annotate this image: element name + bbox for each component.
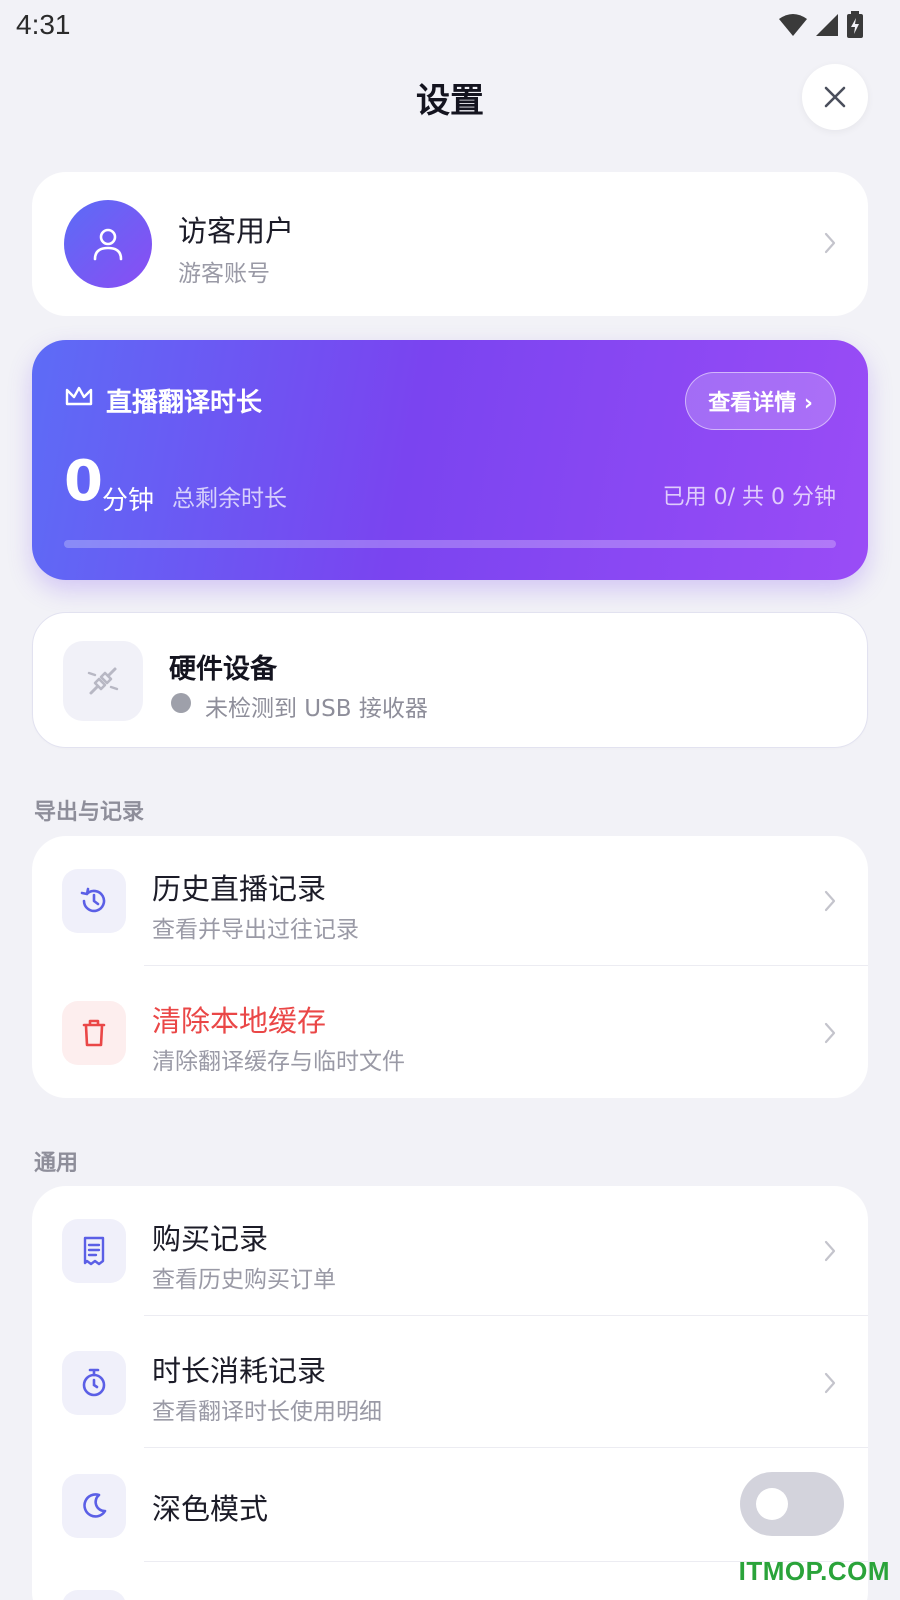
receipt-icon: [83, 1236, 105, 1266]
list-item-purchases[interactable]: 购买记录 查看历史购买订单: [32, 1186, 868, 1316]
divider: [144, 1314, 868, 1316]
page-title: 设置: [416, 80, 484, 121]
list-item-icon-box: [62, 1590, 126, 1600]
export-list: 历史直播记录 查看并导出过往记录 清除本地缓存 清除翻译缓存与临时文件: [32, 836, 868, 1098]
list-item-title: 时长消耗记录: [152, 1354, 327, 1388]
list-item-subtitle: 查看历史购买订单: [152, 1267, 336, 1293]
chevron-right-icon: [822, 1370, 838, 1396]
close-icon: [824, 86, 846, 108]
moon-icon-box: [62, 1474, 126, 1538]
user-icon: [93, 228, 123, 261]
chevron-right-icon: [822, 1238, 838, 1264]
list-item-subtitle: 查看并导出过往记录: [152, 917, 359, 943]
list-item-clear-cache[interactable]: 清除本地缓存 清除翻译缓存与临时文件: [32, 968, 868, 1098]
status-bar: 4:31: [0, 0, 900, 50]
list-item-title: 深色模式: [152, 1492, 269, 1526]
hardware-card[interactable]: 硬件设备 未检测到 USB 接收器: [32, 612, 868, 748]
battery-icon: [847, 11, 863, 38]
avatar: [64, 200, 152, 288]
signal-icon: [816, 14, 838, 36]
profile-card[interactable]: 访客用户 游客账号: [32, 172, 868, 316]
usage-progress-bar: [64, 540, 836, 548]
list-item-dark-mode: 深色模式: [32, 1450, 868, 1562]
wifi-icon: [779, 14, 807, 36]
live-time-card: 直播翻译时长 查看详情 › 0 分钟 总剩余时长 已用 0/ 共 0 分钟: [32, 340, 868, 580]
history-icon-box: [62, 869, 126, 933]
list-item-history[interactable]: 历史直播记录 查看并导出过往记录: [32, 836, 868, 966]
profile-name: 访客用户: [178, 214, 295, 248]
hardware-status-dot: [171, 693, 191, 713]
list-item-title: 历史直播记录: [152, 872, 327, 906]
status-time: 4:31: [16, 9, 71, 40]
watermark: ITMOP.COM: [738, 1556, 890, 1586]
toggle-knob: [756, 1488, 788, 1520]
hardware-icon-box: [63, 641, 143, 721]
list-item-title: 清除本地缓存: [152, 1004, 327, 1038]
live-time-title: 直播翻译时长: [106, 388, 263, 418]
profile-subtitle: 游客账号: [178, 261, 270, 287]
section-label-general: 通用: [34, 1151, 79, 1176]
hardware-status: 未检测到 USB 接收器: [205, 696, 428, 722]
close-button[interactable]: [802, 64, 868, 130]
header: 设置: [0, 62, 900, 132]
list-item-title: 购买记录: [152, 1222, 269, 1256]
receipt-icon-box: [62, 1219, 126, 1283]
chevron-right-icon: [822, 230, 838, 256]
crown-icon: [65, 386, 93, 406]
section-label-export: 导出与记录: [34, 800, 145, 825]
trash-icon: [82, 1019, 106, 1047]
dark-mode-toggle[interactable]: [740, 1472, 844, 1536]
divider: [144, 1446, 868, 1448]
remaining-label: 总剩余时长: [172, 486, 287, 512]
divider: [144, 964, 868, 966]
hardware-title: 硬件设备: [169, 654, 277, 685]
list-item-subtitle: 查看翻译时长使用明细: [152, 1399, 382, 1425]
remaining-minutes-value: 0: [64, 449, 103, 514]
usb-disconnected-icon: [87, 667, 119, 695]
usage-text: 已用 0/ 共 0 分钟: [662, 485, 836, 510]
minutes-unit: 分钟: [102, 486, 155, 516]
view-details-button[interactable]: 查看详情 ›: [685, 372, 836, 430]
stopwatch-icon: [82, 1368, 106, 1397]
list-item-subtitle: 清除翻译缓存与临时文件: [152, 1049, 405, 1075]
chevron-right-icon: [822, 1020, 838, 1046]
trash-icon-box: [62, 1001, 126, 1065]
history-icon: [80, 887, 106, 913]
chevron-right-icon: [822, 888, 838, 914]
status-icons: [778, 11, 864, 39]
list-item-usage-history[interactable]: 时长消耗记录 查看翻译时长使用明细: [32, 1318, 868, 1448]
moon-icon: [83, 1493, 107, 1518]
general-list: 购买记录 查看历史购买订单 时长消耗记录 查看翻译时长使用明细 深色模式: [32, 1186, 868, 1600]
stopwatch-icon-box: [62, 1351, 126, 1415]
